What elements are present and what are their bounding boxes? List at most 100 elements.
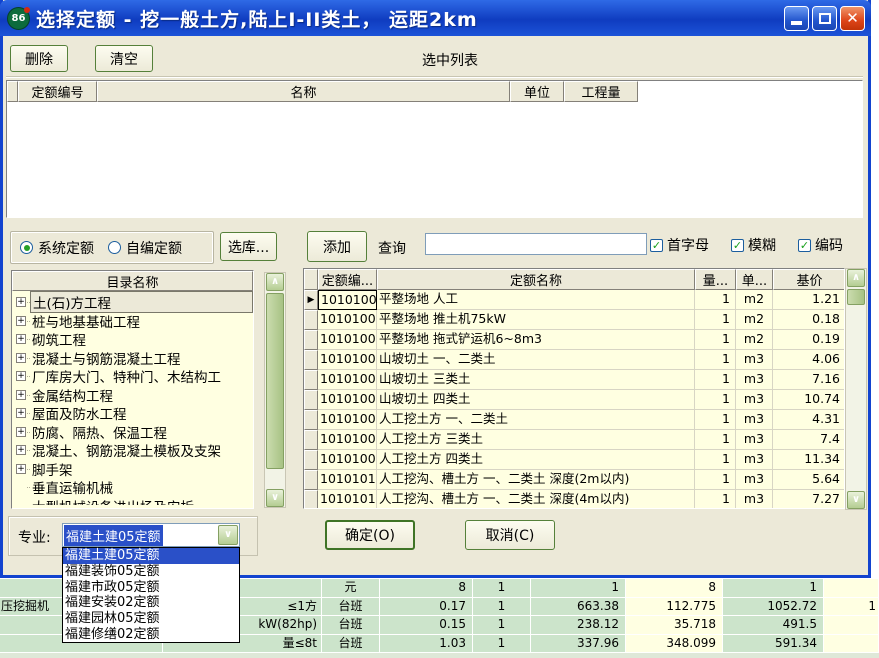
quota-table-row[interactable]: 10101003 平整场地 拖式铲运机6~8m3 1 m2 0.19 [304,330,844,350]
quota-unit-cell[interactable]: m3 [736,430,773,450]
quota-price-cell[interactable]: 7.27 [773,490,845,509]
expand-plus-icon[interactable]: + [16,297,26,307]
quota-unit-cell[interactable]: m2 [736,290,773,310]
checkbox-option[interactable]: ✓ 编码 [798,235,843,255]
expand-plus-icon[interactable]: + [16,408,26,418]
scroll-down-icon[interactable]: ∨ [847,491,865,509]
ok-button[interactable]: 确定(O) [325,520,415,550]
dropdown-item[interactable]: 福建土建05定额 [63,548,239,564]
quota-scrollbar-thumb[interactable] [847,289,865,305]
quota-col-name[interactable]: 定额名称 [377,269,695,290]
quota-table-row[interactable]: ▶ 10101001 平整场地 人工 1 m2 1.21 [304,290,844,310]
quota-name-cell[interactable]: 人工挖土方 四类土 [377,450,695,470]
row-header-cell[interactable]: ▶ [304,290,318,310]
scroll-down-icon[interactable]: ∨ [266,489,284,507]
tree-item[interactable]: + 金属结构工程 [12,386,253,405]
quota-price-cell[interactable]: 11.34 [773,450,845,470]
quota-name-cell[interactable]: 平整场地 拖式铲运机6~8m3 [377,330,695,350]
scroll-up-icon[interactable]: ∧ [847,269,865,287]
quota-table-row[interactable]: 10101007 人工挖土方 一、二类土 1 m3 4.31 [304,410,844,430]
delete-button[interactable]: 删除 [10,45,68,72]
quota-unit-cell[interactable]: m3 [736,450,773,470]
quota-table-row[interactable]: 10101004 山坡切土 一、二类土 1 m3 4.06 [304,350,844,370]
minimize-button[interactable] [784,6,809,31]
quota-table-row[interactable]: 10101006 山坡切土 四类土 1 m3 10.74 [304,390,844,410]
quota-price-cell[interactable]: 4.06 [773,350,845,370]
row-header-cell[interactable] [304,390,318,410]
selected-col-unit[interactable]: 单位 [510,81,564,102]
quota-price-cell[interactable]: 1.21 [773,290,845,310]
expand-plus-icon[interactable]: + [16,316,26,326]
quota-code-cell[interactable]: 10101009 [318,450,377,470]
quota-code-cell[interactable]: 10101010 [318,470,377,490]
expand-plus-icon[interactable]: + [16,371,26,381]
tree-item[interactable]: + 砌筑工程 [12,330,253,349]
quota-price-cell[interactable]: 7.16 [773,370,845,390]
clear-button[interactable]: 清空 [95,45,153,72]
tree-scrollbar-thumb[interactable] [266,293,284,469]
quota-code-cell[interactable]: 10101004 [318,350,377,370]
quota-code-cell[interactable]: 10101008 [318,430,377,450]
quota-qty-cell[interactable]: 1 [695,290,736,310]
expand-plus-icon[interactable]: + [16,390,26,400]
quota-qty-cell[interactable]: 1 [695,370,736,390]
tree-item[interactable]: 大型机械设备进出场及安拆 [12,497,253,506]
quota-name-cell[interactable]: 人工挖沟、槽土方 一、二类土 深度(4m以内) [377,490,695,509]
quota-unit-cell[interactable]: m3 [736,470,773,490]
quota-name-cell[interactable]: 山坡切土 一、二类土 [377,350,695,370]
quota-price-cell[interactable]: 0.19 [773,330,845,350]
row-header-cell[interactable] [304,430,318,450]
quota-name-cell[interactable]: 山坡切土 三类土 [377,370,695,390]
maximize-button[interactable] [812,6,837,31]
quota-code-cell[interactable]: 10101006 [318,390,377,410]
quota-price-cell[interactable]: 5.64 [773,470,845,490]
quota-unit-cell[interactable]: m3 [736,410,773,430]
specialty-combobox[interactable]: 福建土建05定额 ∨ [62,523,240,547]
quota-qty-cell[interactable]: 1 [695,450,736,470]
dropdown-item[interactable]: 福建修缮02定额 [63,627,239,643]
titlebar[interactable]: 86 选择定额 - 挖一般土方,陆上I-II类土， 运距2km ✕ [0,0,871,36]
tree-item[interactable]: + 防腐、隔热、保温工程 [12,423,253,442]
expand-plus-icon[interactable]: + [16,464,26,474]
tree-item[interactable]: + 土(石)方工程 [12,293,253,312]
quota-table-row[interactable]: 10101011 人工挖沟、槽土方 一、二类土 深度(4m以内) 1 m3 7.… [304,490,844,509]
radio-custom-quota[interactable]: 自编定额 [108,238,182,258]
tree-item[interactable]: + 脚手架 [12,460,253,479]
add-button[interactable]: 添加 [307,231,367,262]
row-header-cell[interactable] [304,470,318,490]
quota-code-cell[interactable]: 10101002 [318,310,377,330]
expand-plus-icon[interactable]: + [16,445,26,455]
quota-qty-cell[interactable]: 1 [695,410,736,430]
quota-unit-cell[interactable]: m2 [736,330,773,350]
quota-name-cell[interactable]: 人工挖沟、槽土方 一、二类土 深度(2m以内) [377,470,695,490]
tree-item[interactable]: + 混凝土、钢筋混凝土模板及支架 [12,441,253,460]
dropdown-item[interactable]: 福建安装02定额 [63,595,239,611]
quota-code-cell[interactable]: 10101005 [318,370,377,390]
quota-unit-cell[interactable]: m3 [736,390,773,410]
quota-qty-cell[interactable]: 1 [695,470,736,490]
select-library-button[interactable]: 选库... [220,232,277,261]
quota-price-cell[interactable]: 10.74 [773,390,845,410]
quota-qty-cell[interactable]: 1 [695,330,736,350]
quota-col-code[interactable]: 定额编... [318,269,377,290]
chevron-down-icon[interactable]: ∨ [218,525,238,545]
row-header-cell[interactable] [304,410,318,430]
selected-col-code[interactable]: 定额编号 [18,81,97,102]
quota-col-unit[interactable]: 单... [736,269,773,290]
quota-unit-cell[interactable]: m2 [736,310,773,330]
row-header-cell[interactable] [304,350,318,370]
quota-unit-cell[interactable]: m3 [736,350,773,370]
dropdown-item[interactable]: 福建市政05定额 [63,580,239,596]
quota-code-cell[interactable]: 10101007 [318,410,377,430]
quota-code-cell[interactable]: 10101011 [318,490,377,509]
selected-col-quantity[interactable]: 工程量 [564,81,638,102]
row-header-cell[interactable] [304,370,318,390]
quota-price-cell[interactable]: 0.18 [773,310,845,330]
row-header-cell[interactable] [304,490,318,509]
quota-qty-cell[interactable]: 1 [695,350,736,370]
quota-table-row[interactable]: 10101008 人工挖土方 三类土 1 m3 7.4 [304,430,844,450]
tree-item[interactable]: 垂直运输机械 [12,478,253,497]
tree-item[interactable]: + 桩与地基基础工程 [12,312,253,331]
search-input[interactable] [425,233,647,255]
quota-table-row[interactable]: 10101009 人工挖土方 四类土 1 m3 11.34 [304,450,844,470]
